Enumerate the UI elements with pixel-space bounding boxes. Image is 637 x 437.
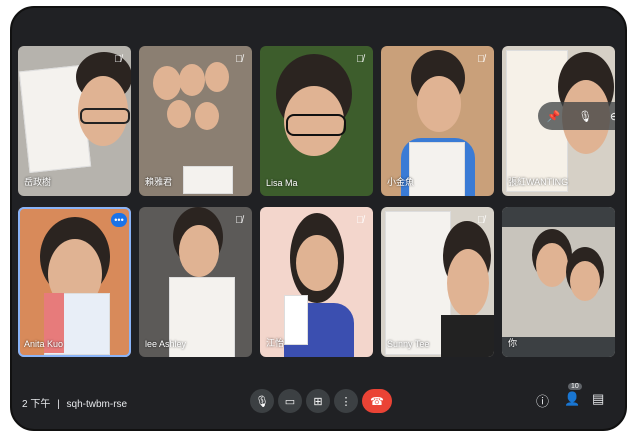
participant-tile[interactable]: Sunny Tee 🎙̸ (381, 207, 494, 357)
mic-icon: 🎙 (255, 395, 269, 408)
participant-video (18, 46, 131, 196)
more-button[interactable]: ⋮ (334, 389, 358, 413)
pin-icon[interactable]: 📌 (547, 110, 561, 123)
bottom-toolbar: 2 下午 | sqh-twbm-rse 🎙 ▭ ⊞ ⋮ ☎ ⓘ 10 👤 ▤ (12, 377, 625, 429)
mic-off-icon: 🎙̸ (235, 53, 243, 65)
mic-icon[interactable]: 🎙 (578, 110, 592, 123)
mic-button[interactable]: 🎙 (250, 389, 274, 413)
more-icon: ⋮ (340, 395, 352, 408)
camera-icon: ▭ (284, 395, 296, 408)
participant-count-badge: 10 (568, 383, 582, 390)
chat-button[interactable]: ▤ (592, 391, 604, 407)
participant-name: Lisa Ma (266, 178, 298, 188)
participant-name: 江怡 (266, 338, 285, 348)
present-button[interactable]: ⊞ (306, 389, 330, 413)
more-options-icon[interactable]: ••• (111, 213, 127, 227)
tile-hover-controls: 📌 🎙 ⊖ (538, 102, 615, 130)
people-button[interactable]: 10 👤 (564, 383, 582, 407)
participant-name: lee Ashley (145, 339, 187, 349)
camera-button[interactable]: ▭ (278, 389, 302, 413)
mic-off-icon: 🎙̸ (235, 214, 243, 226)
participant-tile[interactable]: 岳政樹 🎙̸ (18, 46, 131, 196)
participant-tile[interactable]: 你 (502, 207, 615, 357)
participant-tile[interactable]: Lisa Ma 🎙̸ (260, 46, 373, 196)
participant-name: 賴雅君 (145, 177, 173, 187)
meeting-info: 2 下午 | sqh-twbm-rse (22, 395, 127, 410)
participant-video (502, 207, 615, 357)
participant-name: 岳政樹 (24, 177, 52, 187)
mic-off-icon: 🎙̸ (356, 214, 364, 226)
participant-tile[interactable]: 賴雅君 🎙̸ (139, 46, 252, 196)
mic-off-icon: 🎙̸ (356, 53, 364, 65)
participant-video (260, 207, 373, 357)
end-call-button[interactable]: ☎ (362, 389, 392, 413)
participant-tile[interactable]: 江怡 🎙̸ (260, 207, 373, 357)
separator: | (57, 399, 60, 410)
mic-off-icon: 🎙̸ (114, 53, 122, 65)
chat-icon: ▤ (592, 391, 605, 406)
mic-off-icon: 🎙̸ (477, 214, 485, 226)
meeting-time: 2 下午 (22, 399, 51, 410)
participant-name: Sunny Tee (387, 339, 430, 349)
participant-video (381, 207, 494, 357)
participant-name: 你 (508, 338, 518, 348)
end-call-icon: ☎ (370, 395, 384, 408)
participant-name: 張紅WANTING (508, 177, 569, 187)
participant-tile[interactable]: lee Ashley 🎙̸ (139, 207, 252, 357)
participant-tile[interactable]: ••• Anita Kuo (18, 207, 131, 357)
participant-tile[interactable]: 小金魚 🎙̸ (381, 46, 494, 196)
present-icon: ⊞ (313, 395, 323, 408)
mic-off-icon: 🎙̸ (477, 53, 485, 65)
info-button[interactable]: ⓘ (536, 391, 549, 410)
participant-video (139, 46, 252, 196)
participant-video (18, 207, 131, 357)
meeting-code: sqh-twbm-rse (66, 399, 128, 410)
meet-window: 岳政樹 🎙̸ 賴雅君 🎙̸ Lisa Ma 🎙̸ 小金魚 🎙̸ 📌 🎙 張紅WA… (10, 6, 627, 431)
participant-name: Anita Kuo (24, 339, 64, 349)
participant-video (139, 207, 252, 357)
participant-video (260, 46, 373, 196)
remove-icon[interactable]: ⊖ (610, 110, 615, 123)
info-icon: ⓘ (536, 394, 550, 409)
participant-name: 小金魚 (387, 177, 415, 187)
people-icon: 👤 (564, 391, 581, 406)
participant-video (381, 46, 494, 196)
participant-tile[interactable]: 📌 🎙 ⊖ 張紅WANTING (502, 46, 615, 196)
